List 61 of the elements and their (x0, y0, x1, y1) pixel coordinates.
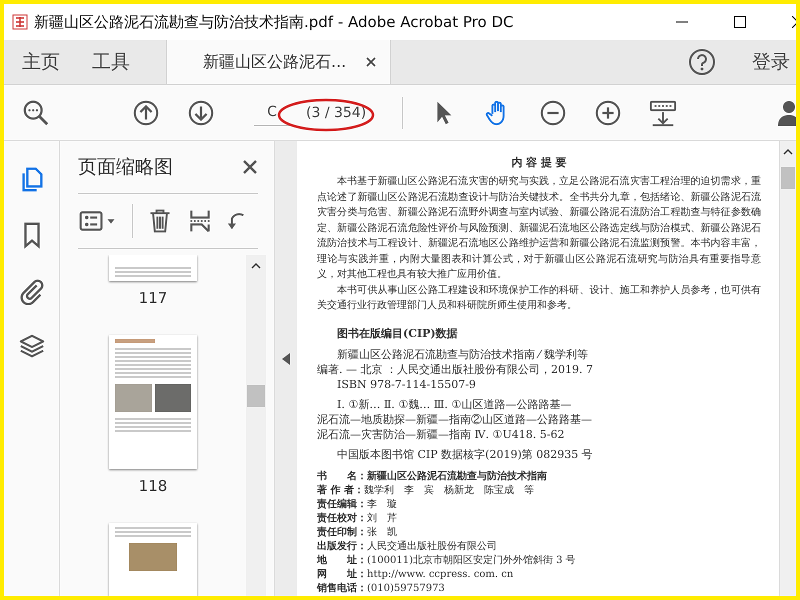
scrollbar[interactable] (779, 141, 796, 596)
info-label: 销售电话： (317, 582, 367, 596)
scrollbar-thumb[interactable] (247, 385, 265, 407)
page-number-label: 118 (138, 477, 168, 495)
search-icon[interactable] (22, 98, 50, 126)
page-thumbnail[interactable] (109, 335, 197, 469)
scrollbar-thumb[interactable] (781, 167, 795, 189)
info-label: 网 址： (317, 568, 367, 582)
cip-line: 编著. — 北京 ：人民交通出版社股份有限公司，2019. 7 (317, 362, 594, 376)
section-heading: 内 容 提 要 (510, 155, 568, 170)
page-thumbnail[interactable] (109, 255, 197, 281)
paragraph: 本书可供从事山区公路工程建设和环境保护工作的科研、设计、施工和养护人员参考，也可供有关交通行业行政管理部门人员和科研院所师生使用和参考。 (317, 284, 761, 313)
cip-line: 中国版本图书馆 CIP 数据核字(2019)第 082935 号 (336, 446, 594, 462)
cip-line: 泥石流—地质勘探—新疆—指南②山区道路—公路路基— (317, 412, 593, 426)
maximize-icon[interactable] (734, 16, 746, 28)
info-label: 地 址： (317, 554, 367, 568)
help-icon[interactable] (688, 48, 716, 76)
collapse-arrow-icon[interactable] (282, 352, 290, 364)
panel-title: 页面缩略图 (78, 155, 173, 180)
page-number-field[interactable]: C (254, 99, 290, 126)
close-icon[interactable] (366, 57, 376, 67)
cip-heading: 图书在版编目(CIP)数据 (337, 326, 459, 340)
sign-in-link[interactable]: 登录 (742, 40, 796, 84)
zoom-out-icon[interactable] (539, 98, 568, 126)
info-value: 新疆山区公路泥石流勘查与防治技术指南 (367, 470, 547, 484)
app-icon (12, 14, 28, 30)
arrow-down-circle-icon[interactable] (187, 98, 215, 126)
page-number-label: 117 (138, 289, 168, 307)
info-label: 著 作 者： (317, 484, 364, 498)
paragraph: 本书基于新疆山区公路泥石流灾害的研究与实践，立足公路泥石流灾害工程治理的迫切需求，重点论述了新疆山区公路泥石流勘查设计与防治关键技术。全书共分九章，包括绪论、新疆公路泥石流灾害分类与危害、新疆公路泥石流野外调查与室内试验、新疆公路泥石流防治工程勘查与特征参数确定、新疆公路泥石流危险性评价与风险预测、新疆泥石流地区公路选定线与防治模式、新疆公路泥石流防治技术与工程设计、新疆泥石流地区公路维护运营和新疆公路泥石流监测预警。本书内容丰富，理论与实践并重，内附大量图表和计算公式，对于新疆山区公路泥石流研究与防治具有重要指导意义，对其他工程也具有较大推广应用价值。 (317, 174, 761, 282)
page-thumbnail[interactable] (109, 523, 197, 596)
info-value: (100011)北京市朝阳区安定门外外馆斜街 3 号 (367, 554, 576, 568)
zoom-in-icon[interactable] (594, 98, 622, 126)
chevron-up-icon[interactable] (783, 149, 793, 155)
paperclip-icon[interactable] (18, 277, 46, 305)
chevron-up-icon[interactable] (251, 263, 261, 269)
document-tab[interactable]: 新疆山区公路泥石... (166, 40, 392, 84)
cip-line: 新疆山区公路泥石流勘查与防治技术指南 ⁄ 魏学利等 (336, 346, 589, 362)
info-value: 李 璇 (367, 498, 397, 512)
cip-line: 泥石流—灾害防治—新疆—指南 Ⅳ. ①U418. 5-62 (317, 426, 566, 442)
info-label: 书 名： (317, 470, 367, 484)
nav-tab[interactable]: 工具 (78, 40, 144, 84)
nav-tab[interactable]: 主页 (8, 40, 74, 84)
info-value: 魏学利 李 宾 杨新龙 陈宝成 等 (364, 484, 534, 498)
close-icon[interactable] (242, 159, 258, 175)
arrow-up-circle-icon[interactable] (132, 98, 160, 126)
info-value: 刘 芹 (367, 512, 397, 526)
info-label: 责任校对： (317, 512, 367, 526)
page-count: (3 / 354) (306, 104, 366, 120)
info-value: (010)59757973 (367, 582, 445, 596)
info-value: 张 凯 (367, 526, 397, 540)
info-value: 人民交通出版社股份有限公司 (367, 540, 497, 554)
window-title: 新疆山区公路泥石流勘查与防治技术指南.pdf - Adobe Acrobat Pro DC (34, 12, 514, 32)
info-label: 责任印制： (317, 526, 367, 540)
info-value: http://www. ccpress. com. cn (367, 568, 514, 582)
info-label: 出版发行： (317, 540, 367, 554)
info-label: 责任编辑： (317, 498, 367, 512)
cip-line: Ⅰ. ①新… Ⅱ. ①魏… Ⅲ. ①山区道路—公路路基— (336, 396, 572, 412)
scrollbar[interactable] (246, 255, 266, 596)
cip-line: ISBN 978-7-114-15507-9 (336, 376, 477, 392)
keyboard-download-icon[interactable] (649, 98, 678, 126)
